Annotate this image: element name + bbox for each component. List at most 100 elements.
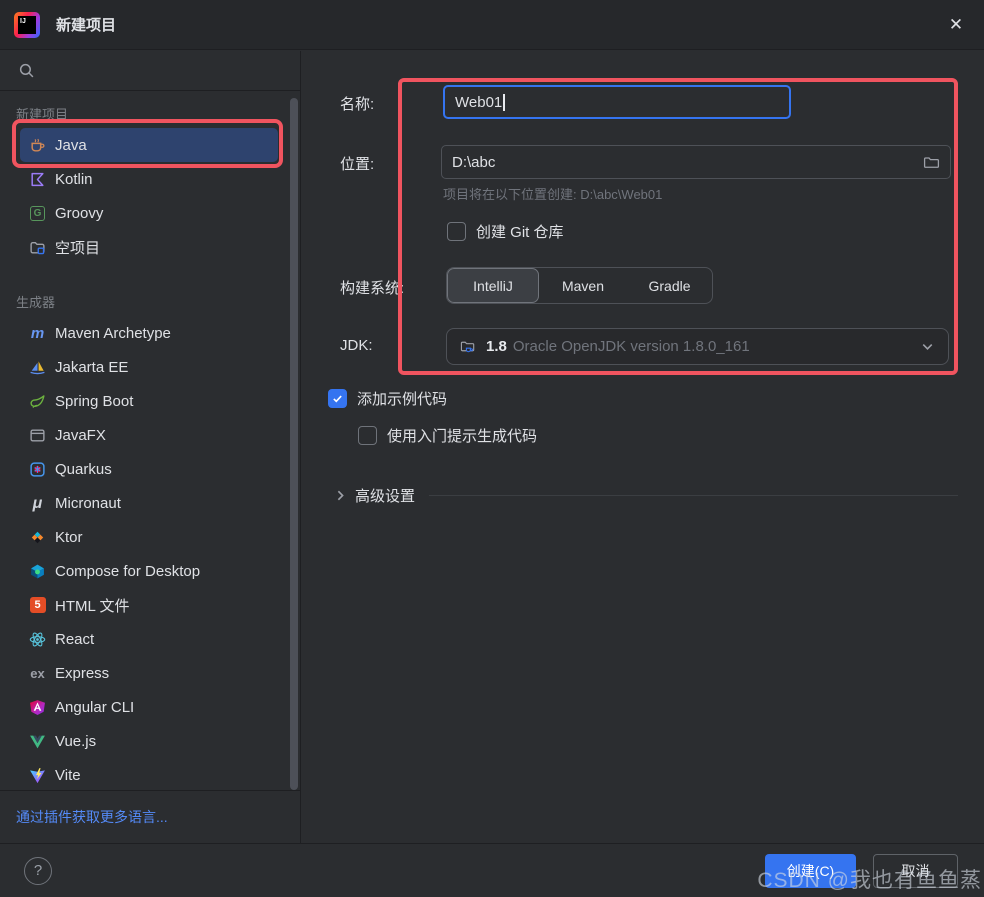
git-checkbox-label: 创建 Git 仓库: [476, 224, 564, 241]
sidebar-item-label: Java: [55, 136, 87, 154]
sidebar-item-ktor[interactable]: Ktor: [20, 520, 278, 554]
sample-code-checkbox[interactable]: [328, 389, 347, 408]
git-checkbox-row: 创建 Git 仓库: [447, 221, 564, 242]
location-label: 位置:: [340, 156, 375, 173]
advanced-settings-label: 高级设置: [355, 488, 416, 505]
sidebar-list: 新建项目 Java Kotlin G Groovy 空项目 生成器 m Mave…: [0, 92, 300, 790]
folder-icon[interactable]: [923, 154, 940, 171]
java-icon: [29, 137, 46, 154]
ktor-icon: [29, 529, 46, 546]
sidebar-item-label: Jakarta EE: [55, 358, 129, 376]
sidebar-item-html-file[interactable]: 5 HTML 文件: [20, 588, 278, 622]
micronaut-icon: μ: [32, 494, 43, 512]
onboarding-checkbox-row: 使用入门提示生成代码: [358, 425, 537, 446]
text-caret: [503, 93, 505, 111]
empty-project-icon: [29, 239, 46, 256]
chevron-right-icon: [332, 487, 349, 504]
onboarding-label: 使用入门提示生成代码: [387, 428, 538, 445]
sidebar-item-groovy[interactable]: G Groovy: [20, 196, 278, 230]
git-checkbox[interactable]: [447, 222, 466, 241]
sidebar-item-label: Angular CLI: [55, 698, 135, 716]
advanced-settings-toggle[interactable]: 高级设置: [332, 485, 958, 506]
onboarding-checkbox[interactable]: [358, 426, 377, 445]
quarkus-icon: [29, 461, 46, 478]
sidebar-item-angular-cli[interactable]: Angular CLI: [20, 690, 278, 724]
sidebar-item-label: Express: [55, 664, 110, 682]
jdk-version: 1.8: [486, 338, 507, 355]
name-input[interactable]: Web01: [443, 85, 791, 119]
sidebar-scrollbar[interactable]: [290, 98, 298, 790]
sidebar-item-spring-boot[interactable]: Spring Boot: [20, 384, 278, 418]
sidebar-item-kotlin[interactable]: Kotlin: [20, 162, 278, 196]
sidebar-item-label: 空项目: [55, 239, 101, 257]
sidebar-item-label: Spring Boot: [55, 392, 134, 410]
sidebar-footer: 通过插件获取更多语言...: [0, 790, 300, 843]
divider: [429, 495, 958, 496]
search-row[interactable]: [0, 51, 300, 91]
sidebar-item-label: Ktor: [55, 528, 83, 546]
sidebar-item-label: JavaFX: [55, 426, 106, 444]
chevron-down-icon: [919, 338, 936, 355]
build-system-segmented-control: IntelliJ Maven Gradle: [446, 267, 713, 304]
html5-icon: 5: [29, 597, 46, 614]
compose-desktop-icon: [29, 563, 46, 580]
sidebar-item-label: HTML 文件: [55, 597, 130, 615]
sidebar-item-label: Micronaut: [55, 494, 121, 512]
more-languages-link[interactable]: 通过插件获取更多语言...: [16, 807, 168, 827]
vue-icon: [29, 733, 46, 750]
sidebar-item-label: Groovy: [55, 204, 104, 222]
express-icon: ex: [30, 665, 45, 681]
sample-code-label: 添加示例代码: [357, 391, 448, 408]
sidebar-item-javafx[interactable]: JavaFX: [20, 418, 278, 452]
cancel-button[interactable]: 取消: [873, 853, 958, 888]
new-project-dialog: IJ 新建项目 ✕ 新建项目 Java Kotlin G Groovy 空项目 …: [0, 0, 984, 897]
jakarta-ee-icon: [29, 359, 46, 376]
location-hint: 项目将在以下位置创建: D:\abc\Web01: [443, 187, 663, 202]
sidebar-item-label: React: [55, 630, 95, 648]
sidebar-item-vuejs[interactable]: Vue.js: [20, 724, 278, 758]
spring-boot-icon: [29, 393, 46, 410]
close-icon[interactable]: ✕: [942, 11, 970, 39]
sidebar-item-label: Kotlin: [55, 170, 93, 188]
build-option-maven[interactable]: Maven: [539, 268, 627, 303]
sidebar-item-jakarta-ee[interactable]: Jakarta EE: [20, 350, 278, 384]
sidebar-item-express[interactable]: ex Express: [20, 656, 278, 690]
sidebar-item-label: Vite: [55, 766, 81, 784]
sidebar-item-java[interactable]: Java: [20, 128, 278, 162]
sidebar: 新建项目 Java Kotlin G Groovy 空项目 生成器 m Mave…: [0, 51, 301, 843]
search-icon: [18, 62, 35, 79]
build-option-gradle[interactable]: Gradle: [627, 268, 712, 303]
angular-icon: [29, 699, 46, 716]
help-button[interactable]: ?: [24, 856, 52, 885]
sidebar-item-label: Vue.js: [55, 732, 97, 750]
section-header-new-project: 新建项目: [16, 107, 69, 122]
section-header-generators: 生成器: [16, 295, 56, 310]
sidebar-item-label: Maven Archetype: [55, 324, 171, 342]
sidebar-item-quarkus[interactable]: Quarkus: [20, 452, 278, 486]
kotlin-icon: [29, 171, 46, 188]
jdk-detail: Oracle OpenJDK version 1.8.0_161: [512, 338, 750, 355]
location-input[interactable]: D:\abc: [441, 145, 951, 179]
dialog-footer: ? 创建(C) 取消: [0, 843, 984, 897]
create-button[interactable]: 创建(C): [765, 853, 856, 888]
jdk-dropdown[interactable]: 1.8 Oracle OpenJDK version 1.8.0_161: [446, 328, 949, 365]
name-input-value: Web01: [455, 93, 503, 111]
maven-icon: m: [30, 324, 45, 342]
sidebar-item-label: Compose for Desktop: [55, 562, 201, 580]
sidebar-item-label: Quarkus: [55, 460, 112, 478]
vite-icon: [29, 767, 46, 784]
sidebar-item-vite[interactable]: Vite: [20, 758, 278, 790]
sidebar-item-empty-project[interactable]: 空项目: [20, 230, 278, 264]
intellij-logo-letters: IJ: [18, 15, 36, 34]
groovy-icon: G: [29, 205, 46, 222]
sidebar-item-compose-for-desktop[interactable]: Compose for Desktop: [20, 554, 278, 588]
titlebar: IJ 新建项目 ✕: [0, 0, 984, 50]
sidebar-item-react[interactable]: React: [20, 622, 278, 656]
sidebar-item-maven-archetype[interactable]: m Maven Archetype: [20, 316, 278, 350]
build-option-intellij[interactable]: IntelliJ: [447, 268, 539, 303]
sidebar-item-micronaut[interactable]: μ Micronaut: [20, 486, 278, 520]
main-panel: 名称: Web01 位置: D:\abc 项目将在以下位置创建: D:\abc\…: [301, 51, 984, 843]
build-system-label: 构建系统:: [340, 280, 405, 297]
intellij-logo-icon: IJ: [14, 11, 40, 38]
name-label: 名称:: [340, 96, 375, 113]
